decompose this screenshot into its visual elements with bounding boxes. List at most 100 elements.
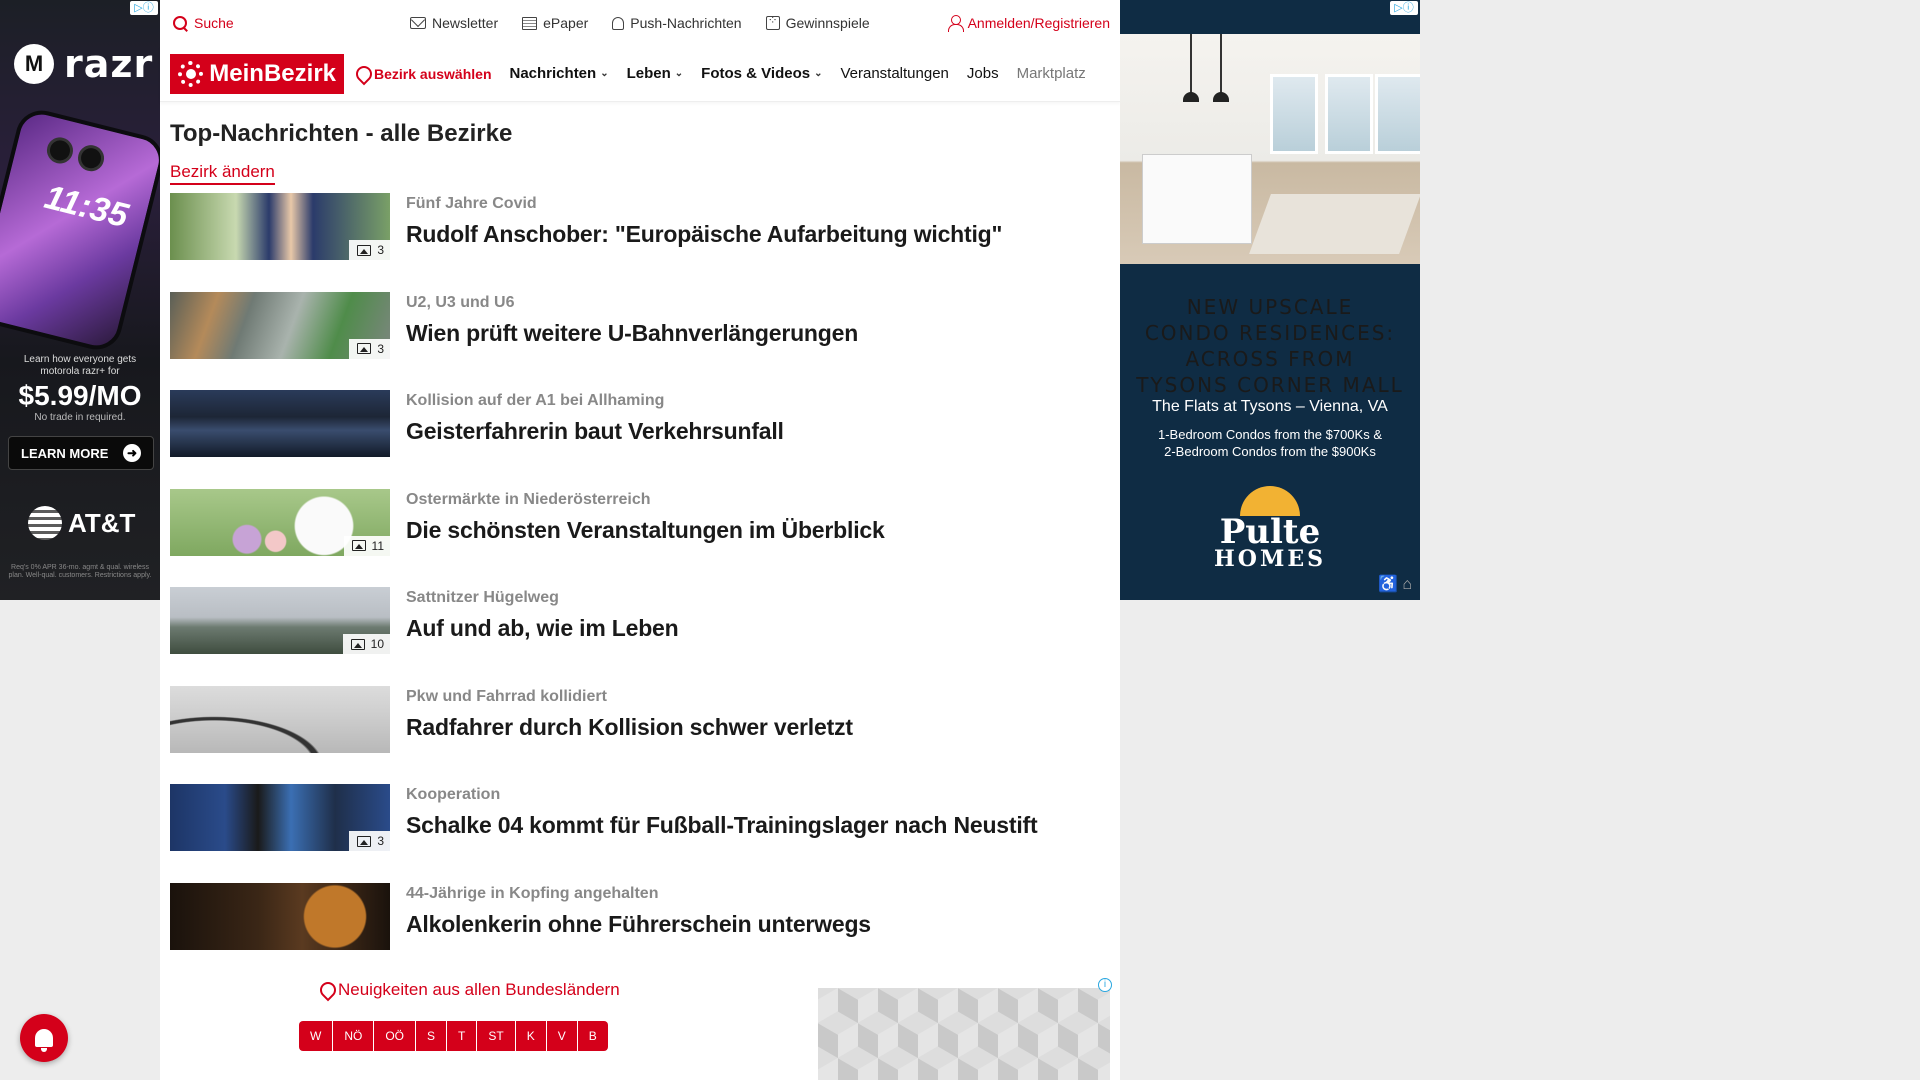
main-nav: MeinBezirk Bezirk auswählen Nachrichten ⌄… <box>160 46 1120 102</box>
ad-promo: Learn how everyone gets motorola razr+ f… <box>0 354 160 423</box>
state-button-s[interactable]: S <box>416 1021 448 1051</box>
state-button-k[interactable]: K <box>516 1021 547 1051</box>
nav-label: Nachrichten <box>509 65 597 82</box>
article-item[interactable]: 3 U2, U3 und U6 Wien prüft weitere U-Bah… <box>170 291 1110 391</box>
article-item[interactable]: 44-Jährige in Kopfing angehalten Alkolen… <box>170 882 1110 982</box>
article-item[interactable]: 11 Ostermärkte in Niederösterreich Die s… <box>170 488 1110 588</box>
all-regions-link[interactable]: Neuigkeiten aus allen Bundesländern <box>320 980 620 1000</box>
nav-item-jobs[interactable]: Jobs <box>967 65 999 82</box>
article-thumbnail[interactable]: 3 <box>170 784 390 851</box>
nav-item-nachrichten[interactable]: Nachrichten ⌄ <box>510 65 609 82</box>
bell-icon <box>612 16 625 30</box>
article-headline[interactable]: Wien prüft weitere U-Bahnverlängerungen <box>406 320 858 347</box>
ad-fine-print: Req's 0% APR 36-mo. agmt & qual. wireles… <box>8 564 152 579</box>
image-gallery-icon <box>351 540 366 551</box>
article-text: Kollision auf der A1 bei Allhaming Geist… <box>406 390 784 445</box>
article-thumbnail[interactable] <box>170 685 390 753</box>
notification-bell-button[interactable] <box>20 1014 68 1062</box>
nav-item-leben[interactable]: Leben ⌄ <box>627 65 684 82</box>
article-kicker: Kooperation <box>406 786 501 803</box>
article-thumbnail[interactable] <box>170 390 390 457</box>
search-link[interactable]: Suche <box>172 15 234 31</box>
logo-sun-icon <box>178 60 204 87</box>
all-regions-label: Neuigkeiten aus allen Bundesländern <box>338 980 620 999</box>
epaper-link[interactable]: ePaper <box>522 15 588 31</box>
push-label: Push-Nachrichten <box>630 15 742 31</box>
att-globe-icon <box>28 506 62 540</box>
image-gallery-icon <box>357 244 372 256</box>
state-button-b[interactable]: B <box>578 1021 608 1051</box>
article-headline[interactable]: Radfahrer durch Kollision schwer verletz… <box>406 714 853 741</box>
article-text: U2, U3 und U6 Wien prüft weitere U-Bahnv… <box>406 292 858 347</box>
login-link[interactable]: Anmelden/Registrieren <box>947 15 1110 32</box>
article-headline[interactable]: Die schönsten Veranstaltungen im Überbli… <box>406 517 885 544</box>
district-selector[interactable]: Bezirk auswählen <box>356 66 492 82</box>
gallery-count-badge: 3 <box>349 338 390 359</box>
ad-placeholder-bottom[interactable]: i <box>818 978 1112 1080</box>
article-headline[interactable]: Schalke 04 kommt für Fußball-Trainingsla… <box>406 812 1038 839</box>
article-item[interactable]: 3 Fünf Jahre Covid Rudolf Anschober: "Eu… <box>170 193 1110 292</box>
gallery-count-badge: 3 <box>349 240 390 260</box>
ad-detail-line: 2-Bedroom Condos from the $900Ks <box>1164 444 1376 459</box>
article-text: Ostermärkte in Niederösterreich Die schö… <box>406 489 885 544</box>
article-thumbnail[interactable]: 3 <box>170 193 390 260</box>
article-thumbnail[interactable]: 11 <box>170 488 390 556</box>
ad-sponsor-name: AT&T <box>68 507 136 538</box>
logo-text: MeinBezirk <box>209 59 336 87</box>
state-button-ooe[interactable]: OÖ <box>374 1021 416 1051</box>
article-item[interactable]: Kollision auf der A1 bei Allhaming Geist… <box>170 390 1110 489</box>
ad-learn-more-button[interactable]: LEARN MORE ➜ <box>8 436 154 470</box>
state-button-st[interactable]: ST <box>477 1021 516 1051</box>
article-text: Fünf Jahre Covid Rudolf Anschober: "Euro… <box>406 193 1002 248</box>
kitchen-island-icon <box>1142 154 1252 244</box>
article-headline[interactable]: Alkolenkerin ohne Führerschein unterwegs <box>406 911 871 938</box>
pendant-lamp-icon <box>1213 34 1229 102</box>
adchoices-icon[interactable]: ▷ⓘ <box>130 1 158 15</box>
search-icon <box>172 15 188 31</box>
district-label: Bezirk auswählen <box>374 65 492 82</box>
push-notifications-link[interactable]: Push-Nachrichten <box>612 15 742 31</box>
article-kicker: Fünf Jahre Covid <box>406 195 537 212</box>
ad-skyscraper-left[interactable]: ▷ⓘ M razr+ 11:35 Learn how everyone gets… <box>0 0 160 600</box>
top-bar-links: Newsletter ePaper Push-Nachrichten Gewin… <box>410 13 870 31</box>
article-text: Sattnitzer Hügelweg Auf und ab, wie im L… <box>406 587 679 642</box>
nav-item-fotos-videos[interactable]: Fotos & Videos ⌄ <box>701 65 822 82</box>
article-item[interactable]: Pkw und Fahrrad kollidiert Radfahrer dur… <box>170 685 1110 785</box>
state-button-w[interactable]: W <box>299 1021 334 1051</box>
ad-subtitle: The Flats at Tysons – Vienna, VA <box>1152 398 1388 415</box>
games-link[interactable]: Gewinnspiele <box>765 13 870 31</box>
user-icon <box>947 15 964 32</box>
site-logo[interactable]: MeinBezirk <box>170 53 344 94</box>
article-text: 44-Jährige in Kopfing angehalten Alkolen… <box>406 883 871 938</box>
page-title: Top-Nachrichten - alle Bezirke <box>170 120 513 147</box>
ad-details: 1-Bedroom Condos from the $700Ks & 2-Bed… <box>1120 426 1420 460</box>
article-thumbnail[interactable] <box>170 882 390 950</box>
article-list: 3 Fünf Jahre Covid Rudolf Anschober: "Eu… <box>170 193 1110 981</box>
article-thumbnail[interactable]: 10 <box>170 587 390 654</box>
image-gallery-icon <box>357 343 372 354</box>
pulte-logo-text: Pulte <box>1219 512 1321 552</box>
ad-interior-photo <box>1120 34 1420 264</box>
ad-skyscraper-right[interactable]: ▷ⓘ NEW UPSCALE CONDO RESIDENCES: ACROSS … <box>1120 0 1420 600</box>
nav-item-veranstaltungen[interactable]: Veranstaltungen <box>840 65 948 82</box>
article-headline[interactable]: Rudolf Anschober: "Europäische Aufarbeit… <box>406 221 1002 248</box>
mail-icon <box>410 17 426 29</box>
location-pin-icon <box>356 66 368 82</box>
main-column: Suche Newsletter ePaper Push-Nachrichten… <box>160 0 1120 1080</box>
pulte-logo-subtext: HOMES <box>1214 546 1326 572</box>
adchoices-icon[interactable]: ▷ⓘ <box>1390 1 1418 15</box>
nav-item-marktplatz[interactable]: Marktplatz <box>1017 65 1086 82</box>
newsletter-link[interactable]: Newsletter <box>410 15 498 31</box>
change-district-link[interactable]: Bezirk ändern <box>170 162 275 185</box>
image-gallery-icon <box>357 835 372 847</box>
state-button-t[interactable]: T <box>447 1021 478 1051</box>
state-button-v[interactable]: V <box>547 1021 578 1051</box>
article-thumbnail[interactable]: 3 <box>170 291 390 359</box>
adchoices-icon[interactable]: i <box>1098 978 1112 992</box>
state-button-noe[interactable]: NÖ <box>333 1021 375 1051</box>
article-headline[interactable]: Geisterfahrerin baut Verkehrsunfall <box>406 418 784 445</box>
article-item[interactable]: 10 Sattnitzer Hügelweg Auf und ab, wie i… <box>170 587 1110 686</box>
article-headline[interactable]: Auf und ab, wie im Leben <box>406 615 679 642</box>
article-item[interactable]: 3 Kooperation Schalke 04 kommt für Fußba… <box>170 784 1110 883</box>
chevron-down-icon: ⌄ <box>814 68 823 79</box>
